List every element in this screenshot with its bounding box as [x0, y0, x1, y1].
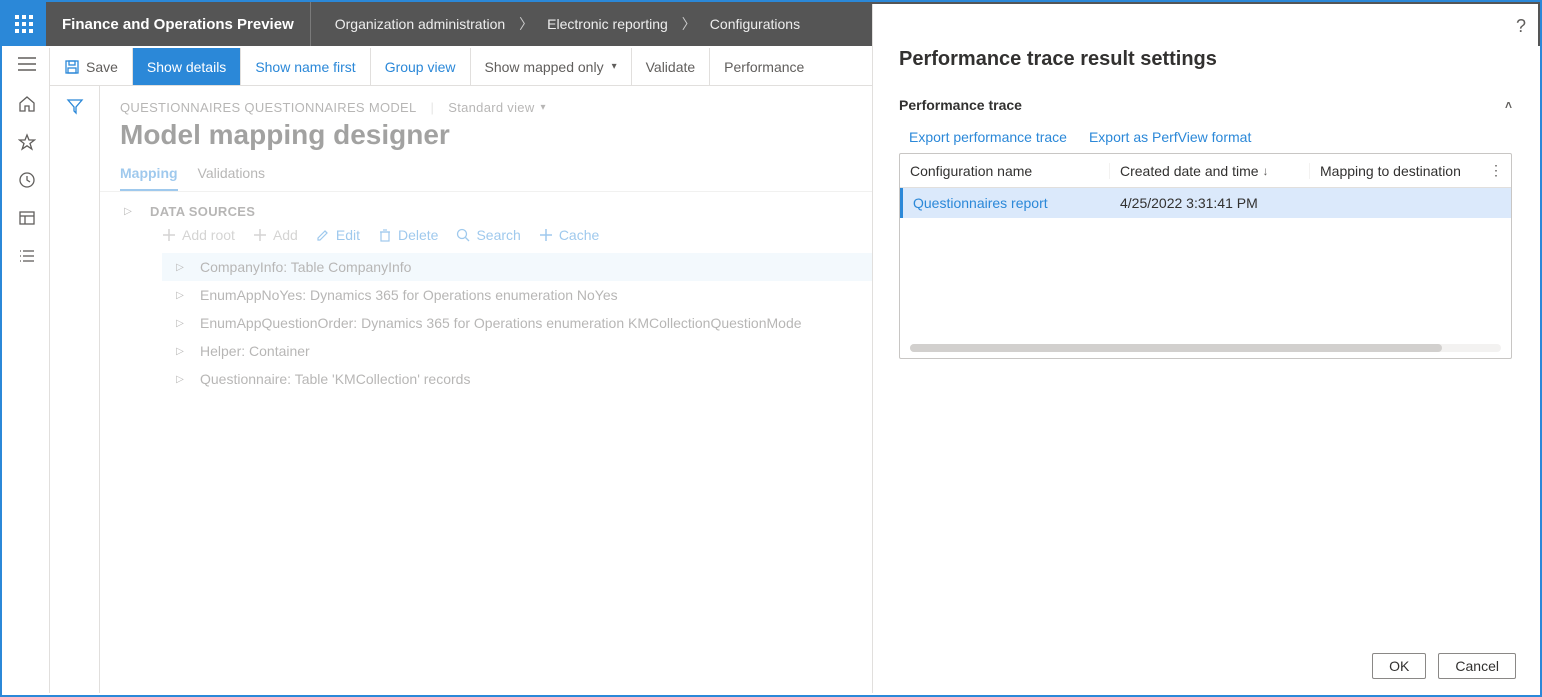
expand-caret-icon[interactable]: ▷	[120, 206, 136, 217]
tree-item-label: Helper: Container	[200, 343, 310, 359]
column-header-label: Mapping to destination	[1320, 163, 1461, 179]
save-icon	[64, 59, 80, 75]
view-selector[interactable]: Standard view ▾	[448, 100, 546, 115]
waffle-icon	[15, 15, 33, 33]
group-view-label: Group view	[385, 59, 456, 75]
plus-icon	[539, 228, 553, 242]
show-name-first-label: Show name first	[255, 59, 355, 75]
expand-caret-icon[interactable]: ▷	[172, 318, 188, 329]
performance-button[interactable]: Performance	[710, 48, 818, 85]
trash-icon	[378, 228, 392, 242]
column-header-created-date[interactable]: Created date and time ↓	[1110, 163, 1310, 179]
panel-section-title: Performance trace	[899, 97, 1022, 113]
group-view-button[interactable]: Group view	[371, 48, 471, 85]
page-caption: QUESTIONNAIRES QUESTIONNAIRES MODEL	[120, 100, 417, 115]
left-navigation-rail	[4, 48, 50, 693]
tree-item-label: EnumAppNoYes: Dynamics 365 for Operation…	[200, 287, 618, 303]
performance-trace-panel: ? Performance trace result settings Perf…	[872, 4, 1538, 693]
plus-icon	[253, 228, 267, 242]
help-icon[interactable]: ?	[1516, 16, 1526, 37]
favorites-icon[interactable]	[17, 132, 37, 152]
column-options-icon[interactable]: ⋮	[1489, 162, 1511, 179]
tab-validations[interactable]: Validations	[198, 165, 265, 191]
filter-icon[interactable]	[65, 96, 85, 116]
add-root-button: Add root	[162, 227, 235, 243]
modules-icon[interactable]	[17, 246, 37, 266]
expand-caret-icon[interactable]: ▷	[172, 262, 188, 273]
column-header-mapping-to[interactable]: Mapping to destination	[1310, 163, 1489, 179]
show-name-first-button[interactable]: Show name first	[241, 48, 370, 85]
app-title: Finance and Operations Preview	[46, 2, 311, 46]
app-launcher-button[interactable]	[2, 2, 46, 46]
breadcrumb-item[interactable]: Electronic reporting	[547, 16, 668, 32]
show-mapped-only-label: Show mapped only	[485, 59, 604, 75]
add-label: Add	[273, 227, 298, 243]
cache-label: Cache	[559, 227, 599, 243]
search-icon	[456, 228, 470, 242]
cache-button[interactable]: Cache	[539, 227, 599, 243]
data-sources-title: DATA SOURCES	[150, 204, 255, 219]
tree-item-label: EnumAppQuestionOrder: Dynamics 365 for O…	[200, 315, 802, 331]
chevron-right-icon: 〉	[682, 14, 696, 34]
show-details-label: Show details	[147, 59, 226, 75]
hamburger-menu-button[interactable]	[17, 54, 37, 74]
cancel-button[interactable]: Cancel	[1438, 653, 1516, 679]
validate-button[interactable]: Validate	[632, 48, 711, 85]
recent-icon[interactable]	[17, 170, 37, 190]
save-button[interactable]: Save	[50, 48, 133, 85]
workspaces-icon[interactable]	[17, 208, 37, 228]
tree-item-label: Questionnaire: Table 'KMCollection' reco…	[200, 371, 470, 387]
column-header-label: Configuration name	[910, 163, 1032, 179]
export-perfview-link[interactable]: Export as PerfView format	[1089, 129, 1251, 145]
delete-label: Delete	[398, 227, 438, 243]
delete-button[interactable]: Delete	[378, 227, 438, 243]
chevron-up-icon: ˄	[1505, 98, 1512, 112]
show-details-button[interactable]: Show details	[133, 48, 241, 85]
chevron-down-icon: ▾	[541, 102, 546, 113]
tree-item-label: CompanyInfo: Table CompanyInfo	[200, 259, 411, 275]
panel-footer: OK Cancel	[873, 639, 1538, 693]
sort-descending-icon: ↓	[1263, 164, 1269, 178]
cell-configuration-name[interactable]: Questionnaires report	[903, 195, 1110, 211]
chevron-right-icon: 〉	[519, 14, 533, 34]
breadcrumb-bar: Organization administration 〉 Electronic…	[311, 14, 800, 34]
panel-title: Performance trace result settings	[873, 48, 1538, 91]
grid-header-row: Configuration name Created date and time…	[900, 154, 1511, 188]
caption-divider: |	[431, 100, 435, 115]
validate-label: Validate	[646, 59, 696, 75]
search-label: Search	[476, 227, 520, 243]
add-button: Add	[253, 227, 298, 243]
edit-icon	[316, 228, 330, 242]
breadcrumb-item[interactable]: Configurations	[710, 16, 800, 32]
expand-caret-icon[interactable]: ▷	[172, 374, 188, 385]
panel-section-header[interactable]: Performance trace ˄	[899, 91, 1512, 119]
column-header-label: Created date and time	[1120, 163, 1259, 179]
plus-icon	[162, 228, 176, 242]
filter-strip	[50, 86, 100, 693]
scrollbar-thumb[interactable]	[910, 344, 1442, 352]
breadcrumb-item[interactable]: Organization administration	[335, 16, 505, 32]
tab-mapping[interactable]: Mapping	[120, 165, 178, 191]
cell-created-date: 4/25/2022 3:31:41 PM	[1110, 195, 1310, 211]
export-trace-link[interactable]: Export performance trace	[909, 129, 1067, 145]
grid-body: Questionnaires report 4/25/2022 3:31:41 …	[900, 188, 1511, 358]
save-label: Save	[86, 59, 118, 75]
ok-button[interactable]: OK	[1372, 653, 1426, 679]
performance-label: Performance	[724, 59, 804, 75]
grid-row[interactable]: Questionnaires report 4/25/2022 3:31:41 …	[900, 188, 1511, 218]
view-name: Standard view	[448, 100, 534, 115]
trace-grid: Configuration name Created date and time…	[899, 153, 1512, 359]
show-mapped-only-button[interactable]: Show mapped only ▾	[471, 48, 632, 85]
expand-caret-icon[interactable]: ▷	[172, 290, 188, 301]
search-button[interactable]: Search	[456, 227, 520, 243]
column-header-configuration-name[interactable]: Configuration name	[900, 163, 1110, 179]
edit-button[interactable]: Edit	[316, 227, 360, 243]
expand-caret-icon[interactable]: ▷	[172, 346, 188, 357]
edit-label: Edit	[336, 227, 360, 243]
horizontal-scrollbar[interactable]	[910, 344, 1501, 352]
chevron-down-icon: ▾	[612, 61, 617, 72]
add-root-label: Add root	[182, 227, 235, 243]
home-icon[interactable]	[17, 94, 37, 114]
